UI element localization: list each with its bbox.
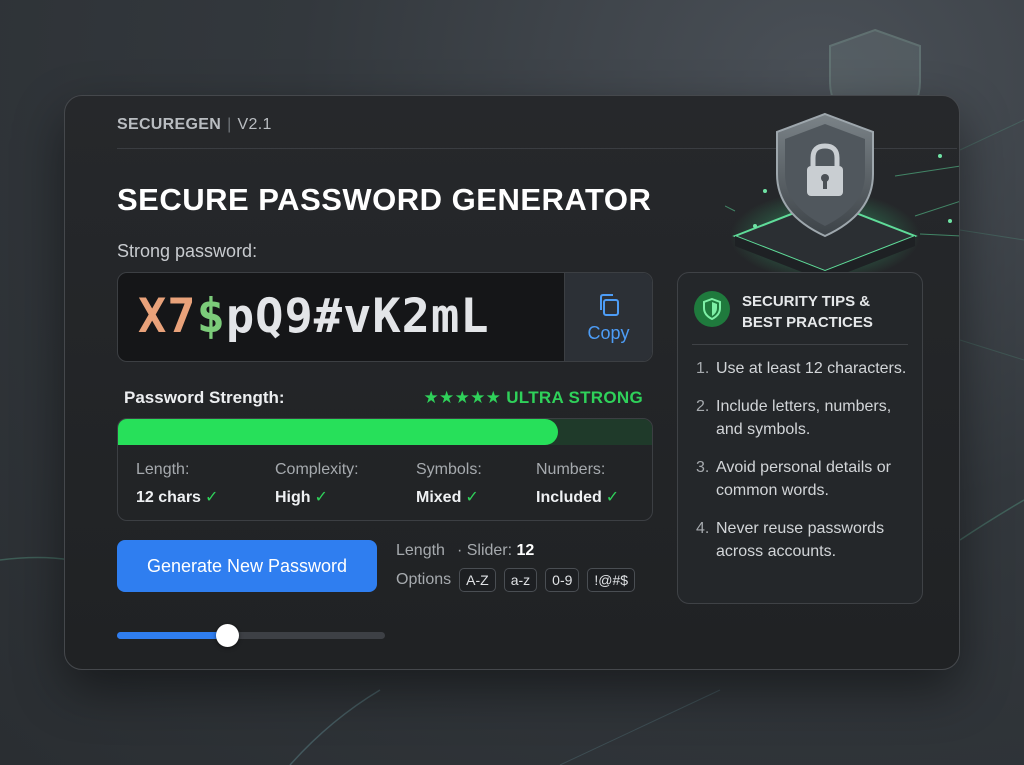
stat-value: Mixed ✓ xyxy=(416,487,482,507)
app-version: V2.1 xyxy=(237,116,272,133)
password-display[interactable]: X7$pQ9#vK2mL Copy xyxy=(117,272,653,362)
tip-item: 1. Use at least 12 characters. xyxy=(696,357,914,380)
check-icon: ✓ xyxy=(204,489,219,506)
brand-separator: | xyxy=(227,116,232,133)
options-row: Options A-Z a-z 0-9 !@#$ xyxy=(396,568,636,592)
stat-value: High ✓ xyxy=(275,487,359,507)
stat-label: Complexity: xyxy=(275,461,359,478)
generate-password-button[interactable]: Generate New Password xyxy=(117,540,377,592)
strength-panel: Length: 12 chars ✓ Complexity: High ✓ Symb… xyxy=(117,418,653,521)
stat-complexity: Complexity: High ✓ xyxy=(275,461,359,507)
page-title: SECURE PASSWORD GENERATOR xyxy=(117,182,652,217)
stat-length: Length: 12 chars ✓ xyxy=(136,461,218,507)
check-icon: ✓ xyxy=(314,489,328,506)
slider-fill xyxy=(117,632,227,639)
strength-bar-fill xyxy=(118,419,558,445)
stat-value-text: 12 chars xyxy=(136,489,201,506)
stat-label: Length: xyxy=(136,461,190,478)
copy-label: Copy xyxy=(587,322,630,343)
password-label: Strong password: xyxy=(117,241,258,261)
slider-thumb[interactable] xyxy=(216,624,239,647)
security-tips-panel: SECURITY TIPS & BEST PRACTICES 1. Use at … xyxy=(677,272,923,604)
stat-symbols: Symbols: Mixed ✓ xyxy=(416,461,482,507)
tip-item: 4. Never reuse passwords across accounts. xyxy=(696,517,914,563)
tips-divider xyxy=(692,344,908,345)
tip-text: Use at least 12 characters. xyxy=(716,360,907,377)
tip-number: 3. xyxy=(696,459,710,476)
generator-card: SECUREGEN | V2.1 SECURE PASSWORD GENERAT… xyxy=(64,95,960,670)
length-slider[interactable] xyxy=(117,623,385,649)
tips-header: SECURITY TIPS & BEST PRACTICES xyxy=(694,291,892,333)
tip-number: 4. xyxy=(696,520,710,537)
shield-lock-icon xyxy=(725,112,959,281)
option-chip-symbols[interactable]: !@#$ xyxy=(587,568,636,592)
stat-label: Numbers: xyxy=(536,461,606,478)
strength-label: Password Strength: xyxy=(124,388,285,407)
stat-value: 12 chars ✓ xyxy=(136,487,218,507)
option-chip-uppercase[interactable]: A-Z xyxy=(459,568,496,592)
stat-label: Symbols: xyxy=(416,461,482,478)
password-part-1: X7 xyxy=(138,289,197,344)
tip-item: 2. Include letters, numbers, and symbols. xyxy=(696,395,914,441)
option-chip-digits[interactable]: 0-9 xyxy=(545,568,580,592)
length-label: Length xyxy=(396,542,445,559)
app-name: SECUREGEN xyxy=(117,116,222,133)
tip-text: Never reuse passwords across accounts. xyxy=(716,520,885,560)
stat-value: Included ✓ xyxy=(536,487,619,507)
tip-number: 1. xyxy=(696,360,710,377)
check-icon: ✓ xyxy=(605,489,620,506)
copy-button[interactable]: Copy xyxy=(564,273,652,361)
strength-bar xyxy=(118,419,652,445)
tip-text: Include letters, numbers, and symbols. xyxy=(716,398,892,438)
tip-number: 2. xyxy=(696,398,710,415)
stat-numbers: Numbers: Included ✓ xyxy=(536,461,619,507)
stat-value-text: Mixed xyxy=(416,489,462,506)
password-part-3: pQ9#vK2mL xyxy=(225,289,490,344)
check-icon: ✓ xyxy=(465,489,479,506)
option-chip-lowercase[interactable]: a-z xyxy=(503,568,538,592)
stat-value-text: High xyxy=(275,489,311,506)
tip-text: Avoid personal details or common words. xyxy=(716,459,891,499)
stat-value-text: Included xyxy=(536,489,602,506)
strength-rating: ★★★★★ ULTRA STRONG xyxy=(424,388,644,408)
tips-list: 1. Use at least 12 characters. 2. Include … xyxy=(696,357,914,578)
slider-label: · Slider: xyxy=(456,542,513,559)
length-row: Length · Slider: 12 xyxy=(396,542,534,560)
shield-icon xyxy=(694,291,730,327)
brand-header: SECUREGEN | V2.1 xyxy=(117,116,272,134)
options-label: Options xyxy=(396,571,452,588)
copy-icon xyxy=(599,293,619,316)
tips-title: SECURITY TIPS & BEST PRACTICES xyxy=(742,293,873,331)
generated-password[interactable]: X7$pQ9#vK2mL xyxy=(138,289,490,344)
length-value: 12 xyxy=(516,542,535,559)
star-rating-icon: ★★★★★ xyxy=(423,388,502,407)
password-part-2: $ xyxy=(196,289,226,344)
tip-item: 3. Avoid personal details or common words… xyxy=(696,456,914,502)
strength-rating-text: ULTRA STRONG xyxy=(506,388,643,407)
